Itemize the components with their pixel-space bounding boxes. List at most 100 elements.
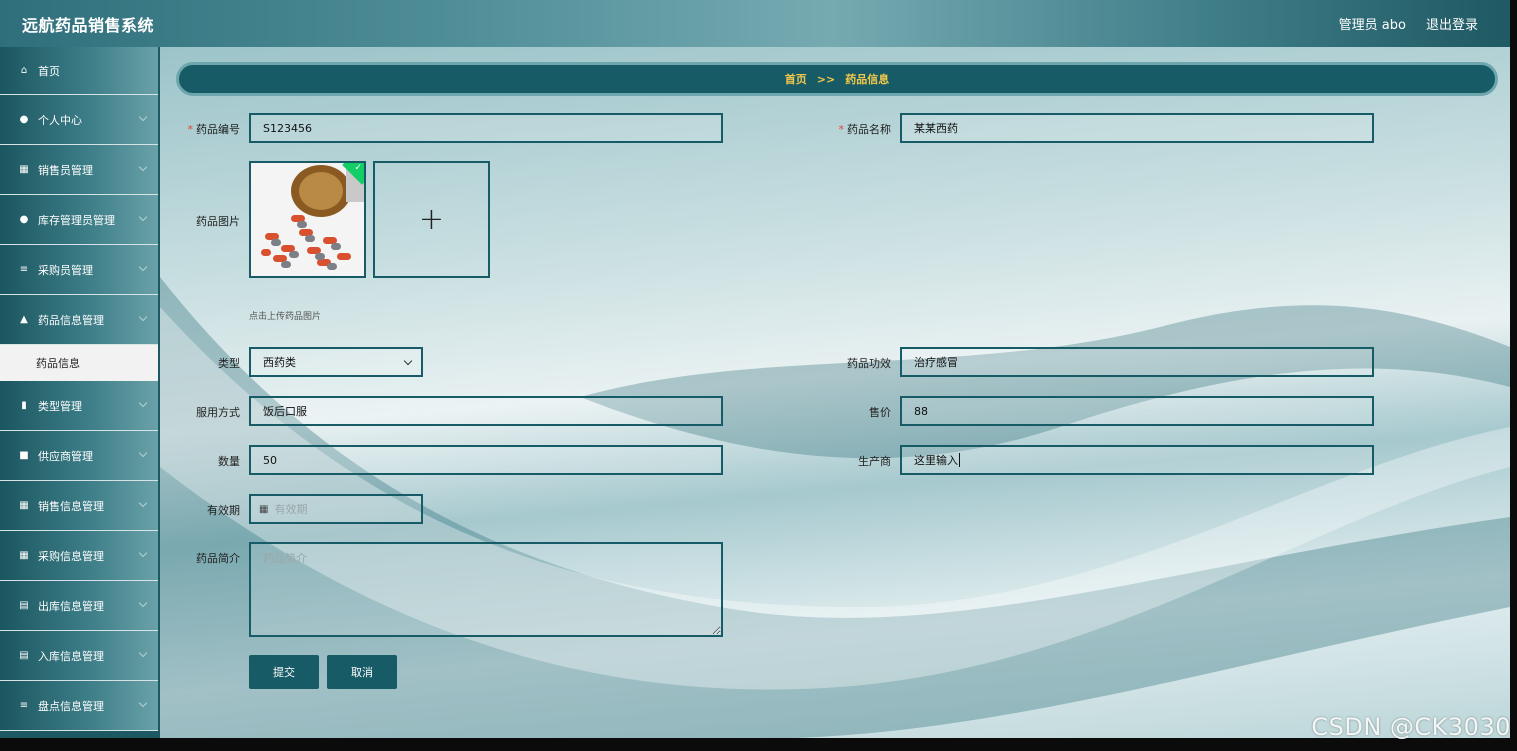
chevron-down-icon	[138, 212, 148, 222]
type-label: 类型	[218, 357, 240, 370]
sidebar-item-label: 采购信息管理	[38, 549, 104, 563]
sidebar-item-label: 销售信息管理	[38, 499, 104, 513]
grid-icon: ▦	[19, 164, 29, 175]
watermark-text: CSDN @CK3030	[1311, 713, 1511, 741]
maker-label: 生产商	[858, 455, 891, 468]
upload-hint: 点击上传药品图片	[249, 312, 322, 322]
sidebar-item-label: 供应商管理	[38, 449, 93, 463]
code-label: * 药品编号	[187, 123, 241, 136]
price-input[interactable]: 88	[900, 396, 1374, 426]
usage-label: 服用方式	[196, 406, 240, 419]
sidebar-item-type[interactable]: ▮ 类型管理	[0, 381, 158, 431]
chevron-down-icon	[138, 398, 148, 408]
bar-chart-icon: ▮	[21, 400, 27, 411]
sidebar-item-purchaser[interactable]: ≡ 采购员管理	[0, 245, 158, 295]
chevron-down-icon	[138, 698, 148, 708]
breadcrumb: 首页 >> 药品信息	[176, 62, 1498, 96]
chevron-down-icon	[138, 262, 148, 272]
sidebar-item-personal[interactable]: ● 个人中心	[0, 95, 158, 145]
sidebar-item-drug-info[interactable]: ▲ 药品信息管理	[0, 295, 158, 345]
quantity-input[interactable]: 50	[249, 445, 723, 475]
chevron-down-icon	[138, 598, 148, 608]
intro-textarea[interactable]	[249, 542, 723, 637]
briefcase-icon: ■	[19, 450, 29, 461]
chevron-down-icon	[138, 112, 148, 122]
sidebar-item-sales-staff[interactable]: ▦ 销售员管理	[0, 145, 158, 195]
sidebar-subitem-drug-info[interactable]: 药品信息	[0, 345, 158, 381]
thumb-icon: ▲	[20, 314, 28, 325]
grid-icon: ▦	[19, 550, 29, 561]
chevron-down-icon	[138, 312, 148, 322]
breadcrumb-separator: >>	[816, 72, 836, 86]
sidebar-item-label: 采购员管理	[38, 263, 93, 277]
app-title: 远航药品销售系统	[22, 15, 155, 35]
chevron-down-icon	[138, 448, 148, 458]
usage-input[interactable]: 饭后口服	[249, 396, 723, 426]
manufacturer-input[interactable]: 这里输入	[900, 445, 1374, 475]
sidebar: ⌂ 首页 ● 个人中心 ▦ 销售员管理 ● 库存管理员管理 ≡ 采购员管理 ▲ …	[0, 47, 160, 738]
sidebar-item-label: 首页	[38, 64, 60, 78]
sidebar-item-label: 类型管理	[38, 399, 82, 413]
calendar-icon: ▦	[259, 503, 269, 515]
sidebar-item-inventory-admin[interactable]: ● 库存管理员管理	[0, 195, 158, 245]
expiry-date-picker[interactable]: ▦ 有效期	[249, 494, 423, 524]
submit-button[interactable]: 提交	[249, 655, 319, 689]
text-cursor-icon	[959, 453, 960, 467]
chevron-down-icon	[138, 498, 148, 508]
image-label: 药品图片	[196, 215, 240, 228]
drug-capsules-image	[251, 163, 364, 276]
drug-code-input[interactable]: S123456	[249, 113, 723, 143]
expiry-placeholder: 有效期	[274, 503, 308, 516]
clipboard-icon: ▤	[19, 600, 29, 611]
quantity-label: 数量	[218, 455, 240, 468]
list-icon: ≡	[19, 700, 29, 711]
cancel-button[interactable]: 取消	[327, 655, 397, 689]
logout-link[interactable]: 退出登录	[1426, 14, 1478, 33]
user-icon: ●	[19, 114, 29, 125]
expiry-label: 有效期	[207, 504, 240, 517]
breadcrumb-home[interactable]: 首页	[785, 71, 807, 87]
header-user-area: 管理员 abo 退出登录	[1339, 14, 1478, 33]
chevron-down-icon	[138, 162, 148, 172]
effect-input[interactable]: 治疗感冒	[900, 347, 1374, 377]
list-icon: ≡	[19, 264, 29, 275]
home-icon: ⌂	[20, 65, 28, 76]
sidebar-item-stocktake[interactable]: ≡ 盘点信息管理	[0, 681, 158, 731]
type-select-value: 西药类	[263, 356, 296, 369]
main-content: 首页 >> 药品信息 * 药品编号 S123456 * 药品名称 某某西药 药品图片	[160, 47, 1510, 738]
sidebar-item-purchase-info[interactable]: ▦ 采购信息管理	[0, 531, 158, 581]
plus-icon: +	[418, 202, 445, 237]
chevron-down-icon	[138, 548, 148, 558]
clipboard-icon: ▤	[19, 650, 29, 661]
sidebar-item-sales-info[interactable]: ▦ 销售信息管理	[0, 481, 158, 531]
effect-label: 药品功效	[847, 357, 891, 370]
sidebar-item-home[interactable]: ⌂ 首页	[0, 47, 158, 95]
sidebar-item-label: 入库信息管理	[38, 649, 104, 663]
chevron-down-icon	[138, 648, 148, 658]
uploaded-drug-image[interactable]: ✓	[249, 161, 366, 278]
manufacturer-value: 这里输入	[914, 454, 958, 467]
breadcrumb-current: 药品信息	[845, 73, 890, 86]
name-label: * 药品名称	[838, 123, 892, 136]
sidebar-item-inbound[interactable]: ▤ 入库信息管理	[0, 631, 158, 681]
sidebar-item-label: 销售员管理	[38, 163, 93, 177]
top-header: 远航药品销售系统 管理员 abo 退出登录	[0, 0, 1510, 47]
scrollbar[interactable]	[1510, 0, 1517, 738]
intro-label: 药品简介	[196, 552, 240, 565]
sidebar-item-label: 库存管理员管理	[38, 213, 115, 227]
check-icon: ✓	[354, 163, 362, 173]
type-select[interactable]: 西药类	[249, 347, 423, 377]
add-image-button[interactable]: +	[373, 161, 490, 278]
grid-icon: ▦	[19, 500, 29, 511]
location-icon: ●	[19, 214, 29, 225]
chevron-down-icon	[403, 356, 413, 366]
sidebar-item-label: 出库信息管理	[38, 599, 104, 613]
sidebar-item-label: 药品信息管理	[38, 313, 104, 327]
sidebar-item-supplier[interactable]: ■ 供应商管理	[0, 431, 158, 481]
user-label[interactable]: 管理员 abo	[1339, 14, 1406, 33]
sidebar-item-outbound[interactable]: ▤ 出库信息管理	[0, 581, 158, 631]
sidebar-item-label: 个人中心	[38, 113, 82, 127]
sidebar-item-label: 盘点信息管理	[38, 699, 104, 713]
drug-name-input[interactable]: 某某西药	[900, 113, 1374, 143]
price-label: 售价	[869, 406, 891, 419]
